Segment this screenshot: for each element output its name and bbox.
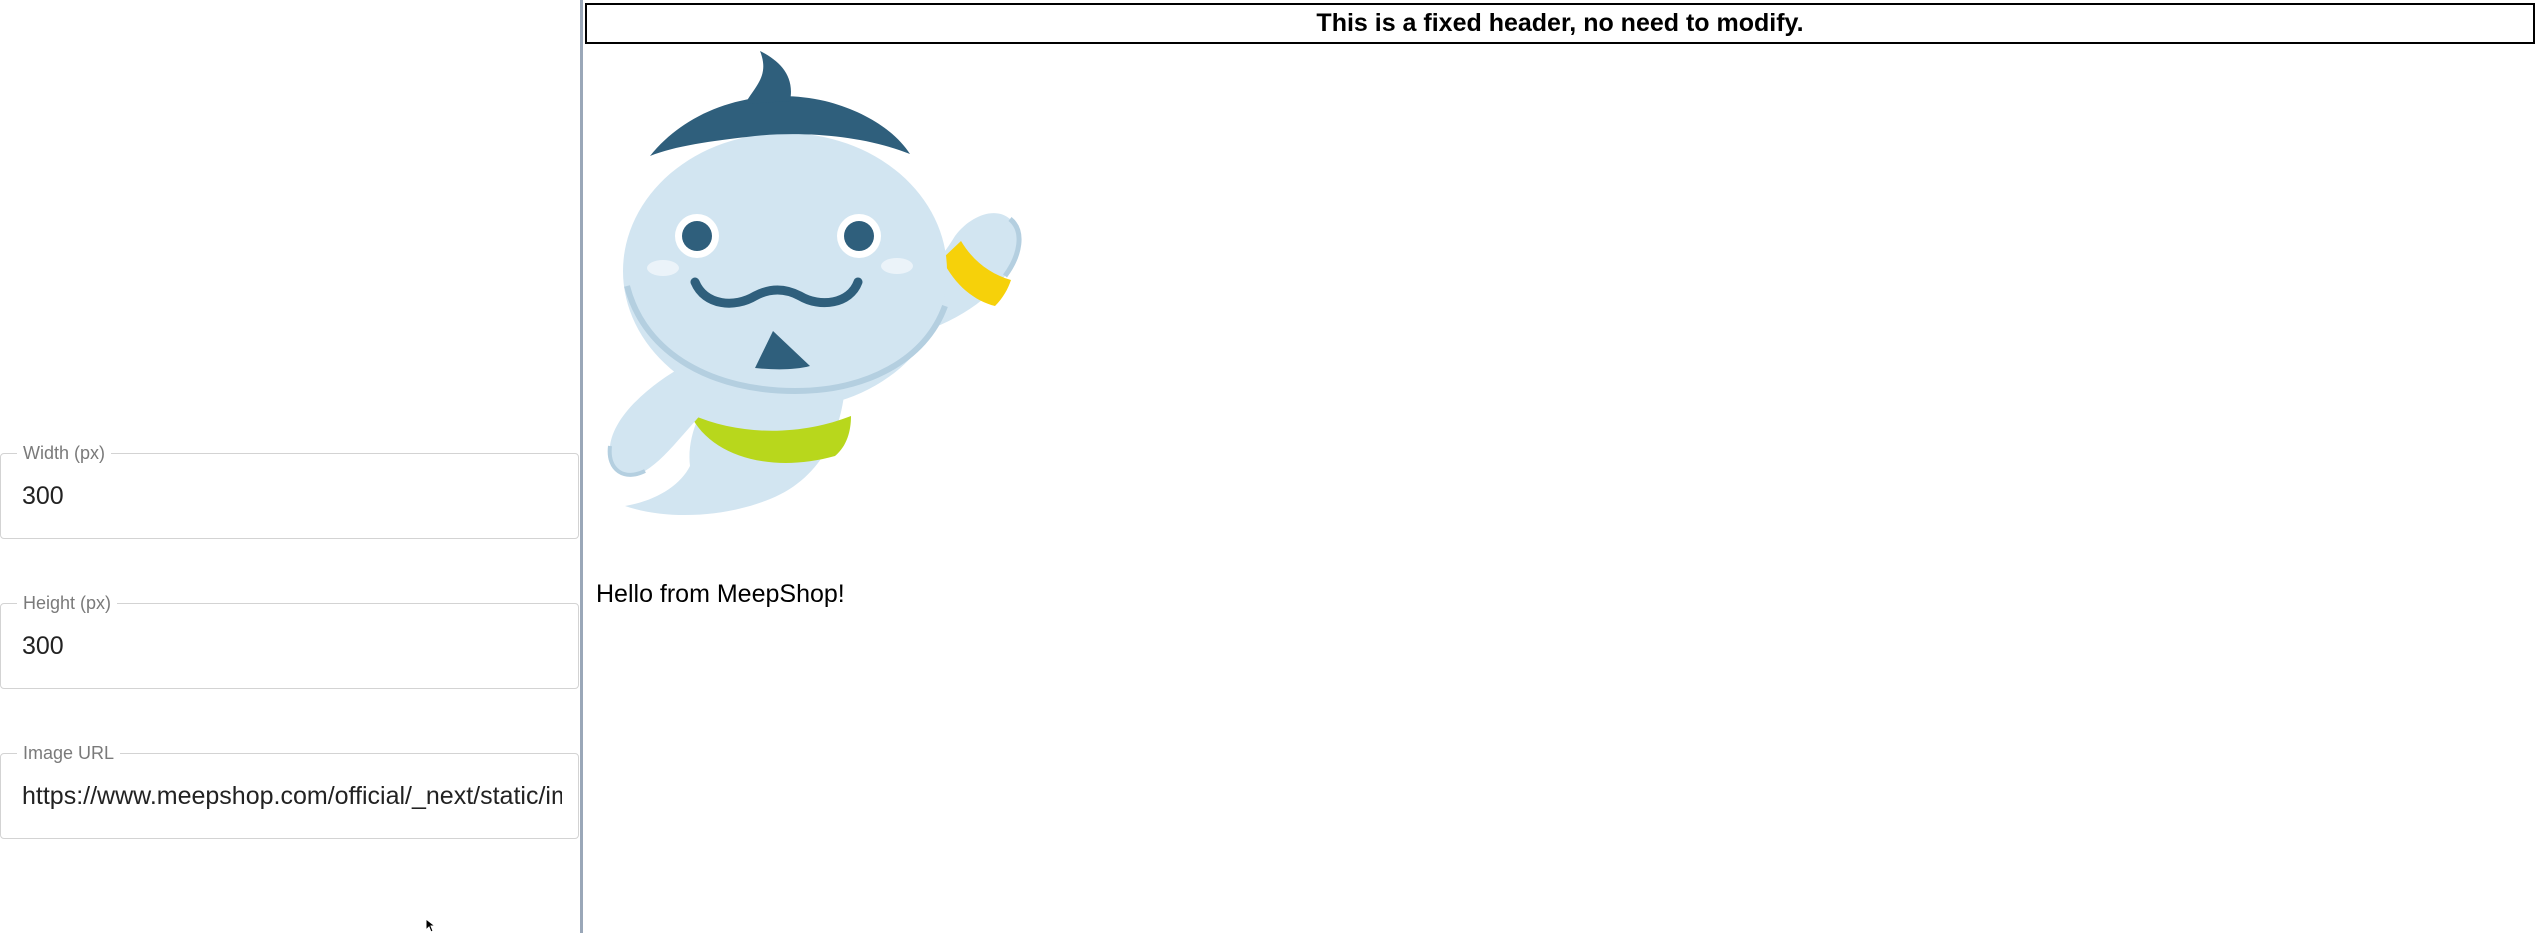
mascot-left-eye <box>682 221 712 251</box>
mouse-cursor-icon <box>426 919 437 933</box>
height-field: Height (px) <box>0 593 579 689</box>
preview-pane: This is a fixed header, no need to modif… <box>583 0 2538 933</box>
app-window: Width (px) Height (px) Image URL This is… <box>0 0 2538 933</box>
settings-panel: Width (px) Height (px) Image URL <box>0 0 580 933</box>
fixed-header: This is a fixed header, no need to modif… <box>585 3 2535 44</box>
width-input[interactable] <box>22 454 562 538</box>
height-input[interactable] <box>22 604 562 688</box>
width-field: Width (px) <box>0 443 579 539</box>
mascot-right-eye <box>844 221 874 251</box>
image-url-field: Image URL <box>0 743 579 839</box>
image-url-input[interactable] <box>22 754 562 838</box>
mascot-image <box>607 51 1022 516</box>
greeting-text: Hello from MeepShop! <box>596 580 845 608</box>
